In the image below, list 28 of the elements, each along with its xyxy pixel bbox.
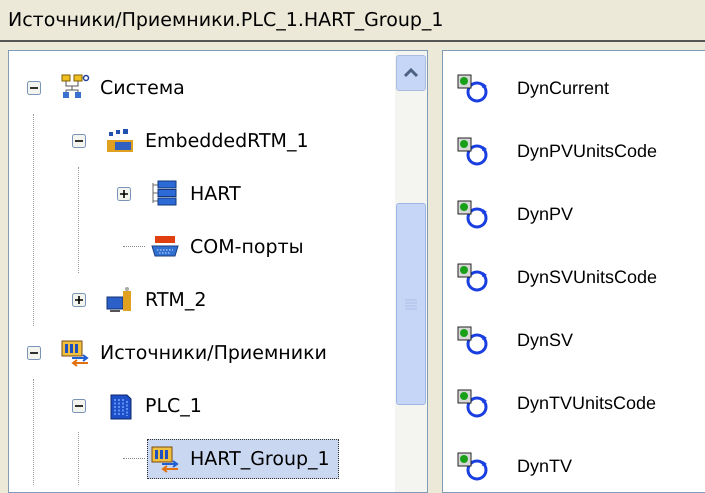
tree-item[interactable]: EmbeddedRTM_1 bbox=[102, 120, 318, 160]
scroll-thumb[interactable] bbox=[396, 203, 426, 405]
tree-item[interactable]: COM-порты bbox=[147, 226, 313, 266]
exchange-icon bbox=[60, 338, 90, 368]
tree-item[interactable]: Источники/Приемники bbox=[57, 332, 336, 372]
tree-item[interactable]: RTM_2 bbox=[102, 280, 216, 320]
collapse-icon[interactable] bbox=[27, 346, 41, 360]
expand-icon[interactable] bbox=[117, 186, 131, 200]
list-item-label[interactable]: DynCurrent bbox=[517, 78, 610, 99]
collapse-icon[interactable] bbox=[72, 134, 86, 148]
list-item-label[interactable]: DynPV bbox=[517, 204, 574, 225]
path-label: Источники/Приемники.PLC_1.HART_Group_1 bbox=[8, 9, 444, 31]
expand-icon[interactable] bbox=[72, 292, 86, 306]
tree-item[interactable]: Система bbox=[57, 68, 194, 108]
list-item-label[interactable]: DynTV bbox=[517, 456, 572, 477]
collapse-icon[interactable] bbox=[27, 80, 41, 94]
scroll-up-button[interactable] bbox=[396, 55, 426, 91]
tree-item[interactable]: PLC_1 bbox=[102, 386, 211, 426]
exchange-icon bbox=[150, 444, 180, 474]
tree-item[interactable]: HART bbox=[147, 174, 250, 214]
list-item-label[interactable]: DynSVUnitsCode bbox=[517, 267, 658, 288]
collapse-icon[interactable] bbox=[72, 398, 86, 412]
tree-item[interactable]: HART_Group_1 bbox=[147, 438, 339, 478]
scrollbar[interactable] bbox=[395, 51, 427, 492]
caret-up-icon bbox=[403, 68, 419, 78]
list-item-label[interactable]: DynPVUnitsCode bbox=[517, 141, 658, 162]
list-item-label[interactable]: DynTVUnitsCode bbox=[517, 393, 656, 414]
list-item-label[interactable]: DynSV bbox=[517, 330, 574, 351]
